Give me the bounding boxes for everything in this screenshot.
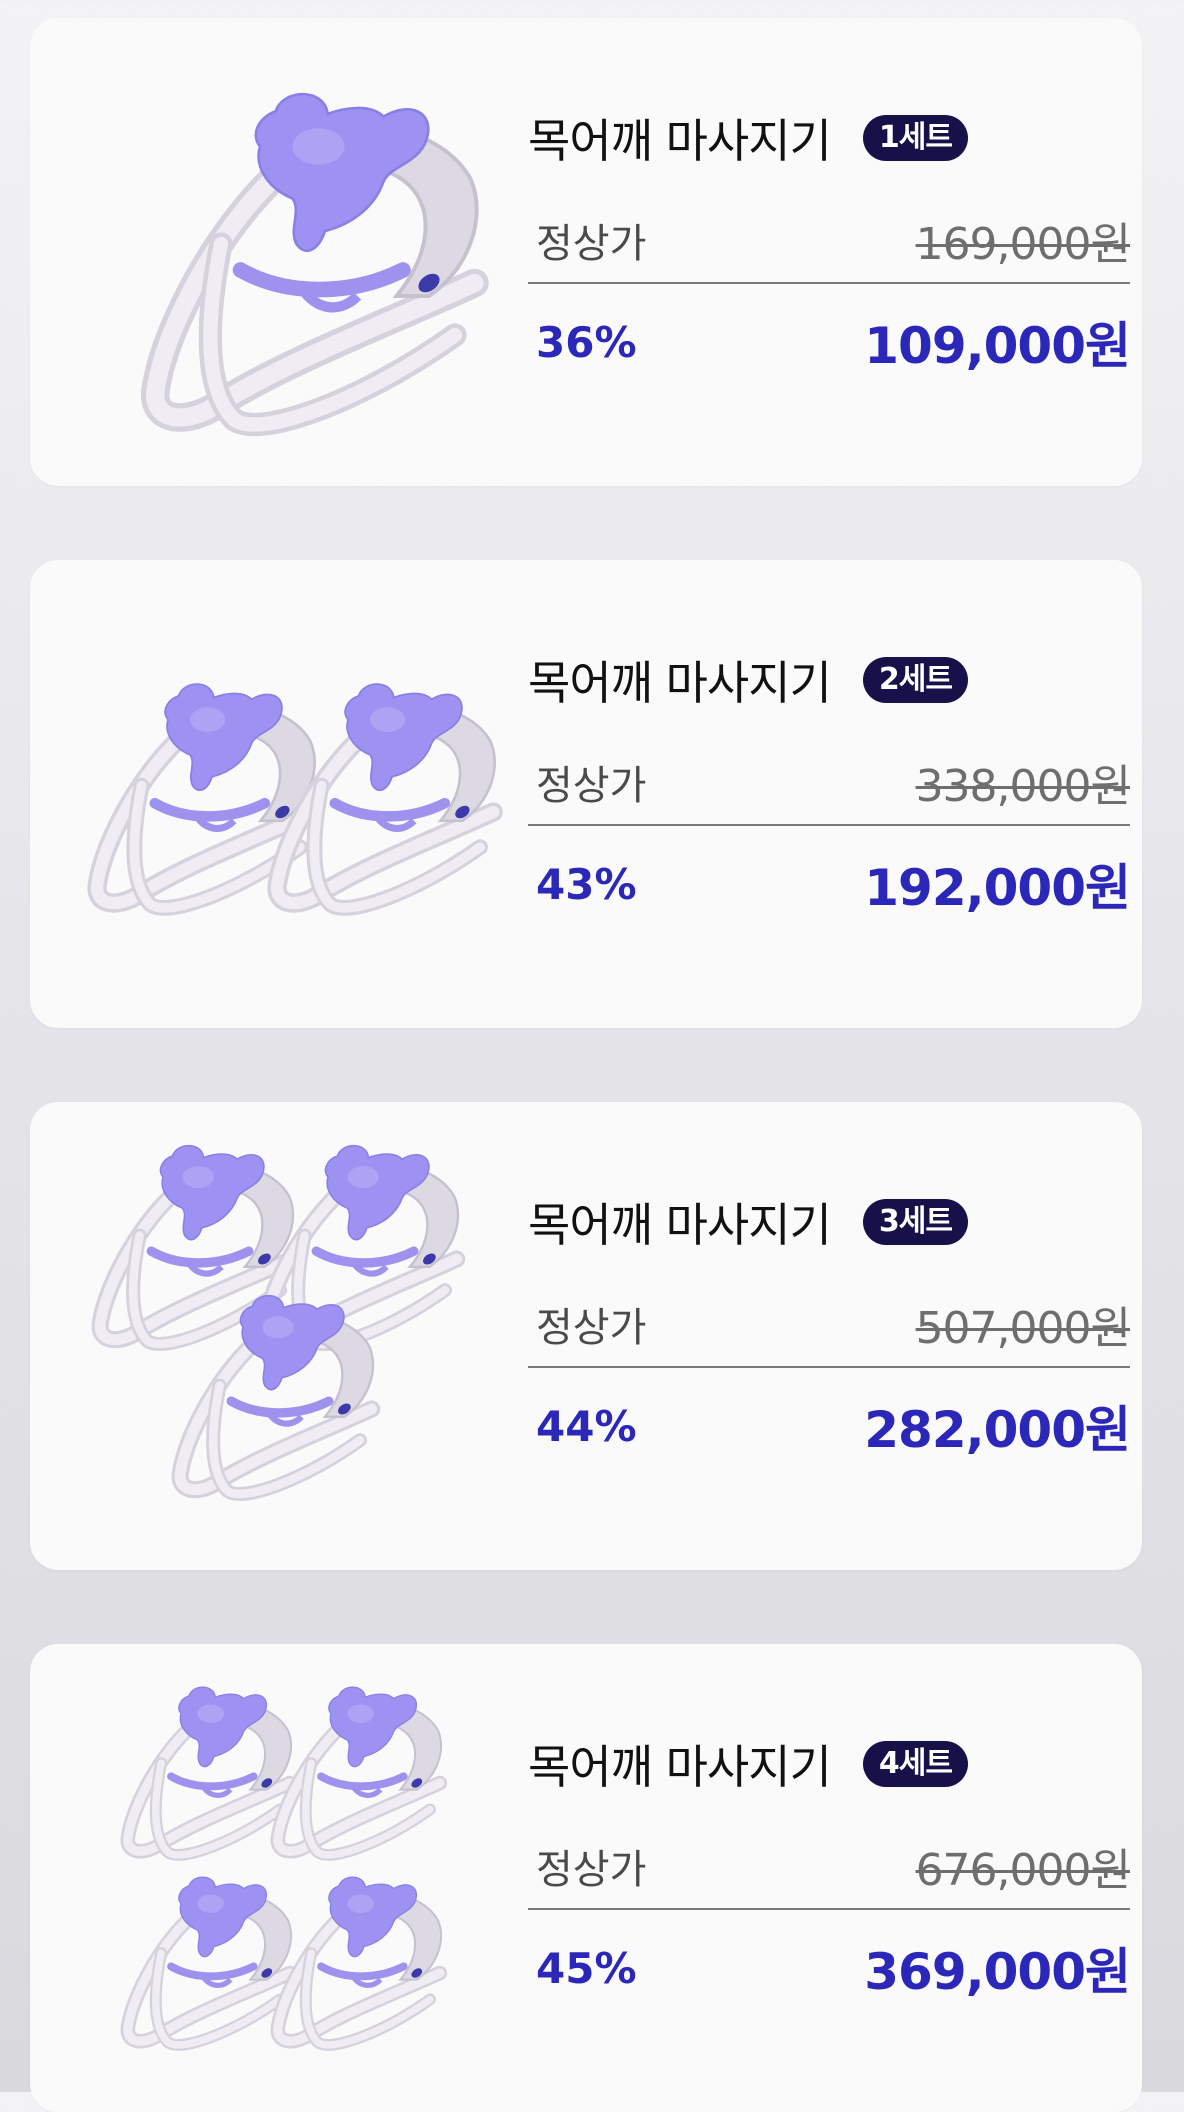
product-card-2set[interactable]: 목어깨 마사지기 2세트 정상가 338,000원 43% 192,000원 [30, 560, 1142, 1028]
regular-price: 338,000원 [915, 761, 1131, 812]
product-card-3set[interactable]: 목어깨 마사지기 3세트 정상가 507,000원 44% 282,000원 [30, 1102, 1142, 1570]
regular-price: 169,000원 [915, 219, 1131, 270]
regular-price: 676,000원 [915, 1845, 1131, 1896]
set-badge: 3세트 [862, 1199, 968, 1245]
regular-price-row: 정상가 676,000원 [528, 1836, 1131, 1910]
discount-rate: 36% [536, 317, 637, 367]
sale-price-row: 36% 109,000원 [528, 310, 1131, 375]
sale-price: 369,000원 [864, 1943, 1131, 2001]
neck-massager-image [30, 1644, 510, 2112]
sale-price-row: 44% 282,000원 [528, 1394, 1131, 1459]
neck-massager-image [30, 560, 510, 1028]
product-info: 목어깨 마사지기 4세트 정상가 676,000원 45% 369,000원 [528, 1734, 1131, 2001]
regular-price-label: 정상가 [536, 1847, 647, 1893]
regular-price-row: 정상가 507,000원 [528, 1294, 1131, 1368]
regular-price-label: 정상가 [536, 1305, 647, 1351]
regular-price-label: 정상가 [536, 763, 647, 809]
sale-price: 282,000원 [864, 1401, 1131, 1459]
discount-rate: 45% [536, 1943, 637, 1993]
sale-price: 109,000원 [864, 317, 1131, 375]
product-card-1set[interactable]: 목어깨 마사지기 1세트 정상가 169,000원 36% 109,000원 [30, 18, 1142, 486]
set-badge: 1세트 [862, 115, 968, 161]
product-title: 목어깨 마사지기 [528, 1740, 832, 1794]
regular-price-row: 정상가 338,000원 [528, 752, 1131, 826]
sale-price-row: 45% 369,000원 [528, 1936, 1131, 2001]
regular-price: 507,000원 [915, 1303, 1131, 1354]
product-info: 목어깨 마사지기 2세트 정상가 338,000원 43% 192,000원 [528, 650, 1131, 917]
product-title: 목어깨 마사지기 [528, 656, 832, 710]
regular-price-label: 정상가 [536, 221, 647, 267]
product-card-4set[interactable]: 목어깨 마사지기 4세트 정상가 676,000원 45% 369,000원 [30, 1644, 1142, 2112]
neck-massager-image [30, 18, 510, 486]
set-badge: 2세트 [862, 657, 968, 703]
sale-price: 192,000원 [864, 859, 1131, 917]
product-info: 목어깨 마사지기 1세트 정상가 169,000원 36% 109,000원 [528, 108, 1131, 375]
discount-rate: 43% [536, 859, 637, 909]
discount-rate: 44% [536, 1401, 637, 1451]
regular-price-row: 정상가 169,000원 [528, 210, 1131, 284]
product-info: 목어깨 마사지기 3세트 정상가 507,000원 44% 282,000원 [528, 1192, 1131, 1459]
sale-price-row: 43% 192,000원 [528, 852, 1131, 917]
neck-massager-image [30, 1102, 510, 1570]
product-title: 목어깨 마사지기 [528, 1198, 832, 1252]
set-badge: 4세트 [862, 1741, 968, 1787]
product-title: 목어깨 마사지기 [528, 114, 832, 168]
